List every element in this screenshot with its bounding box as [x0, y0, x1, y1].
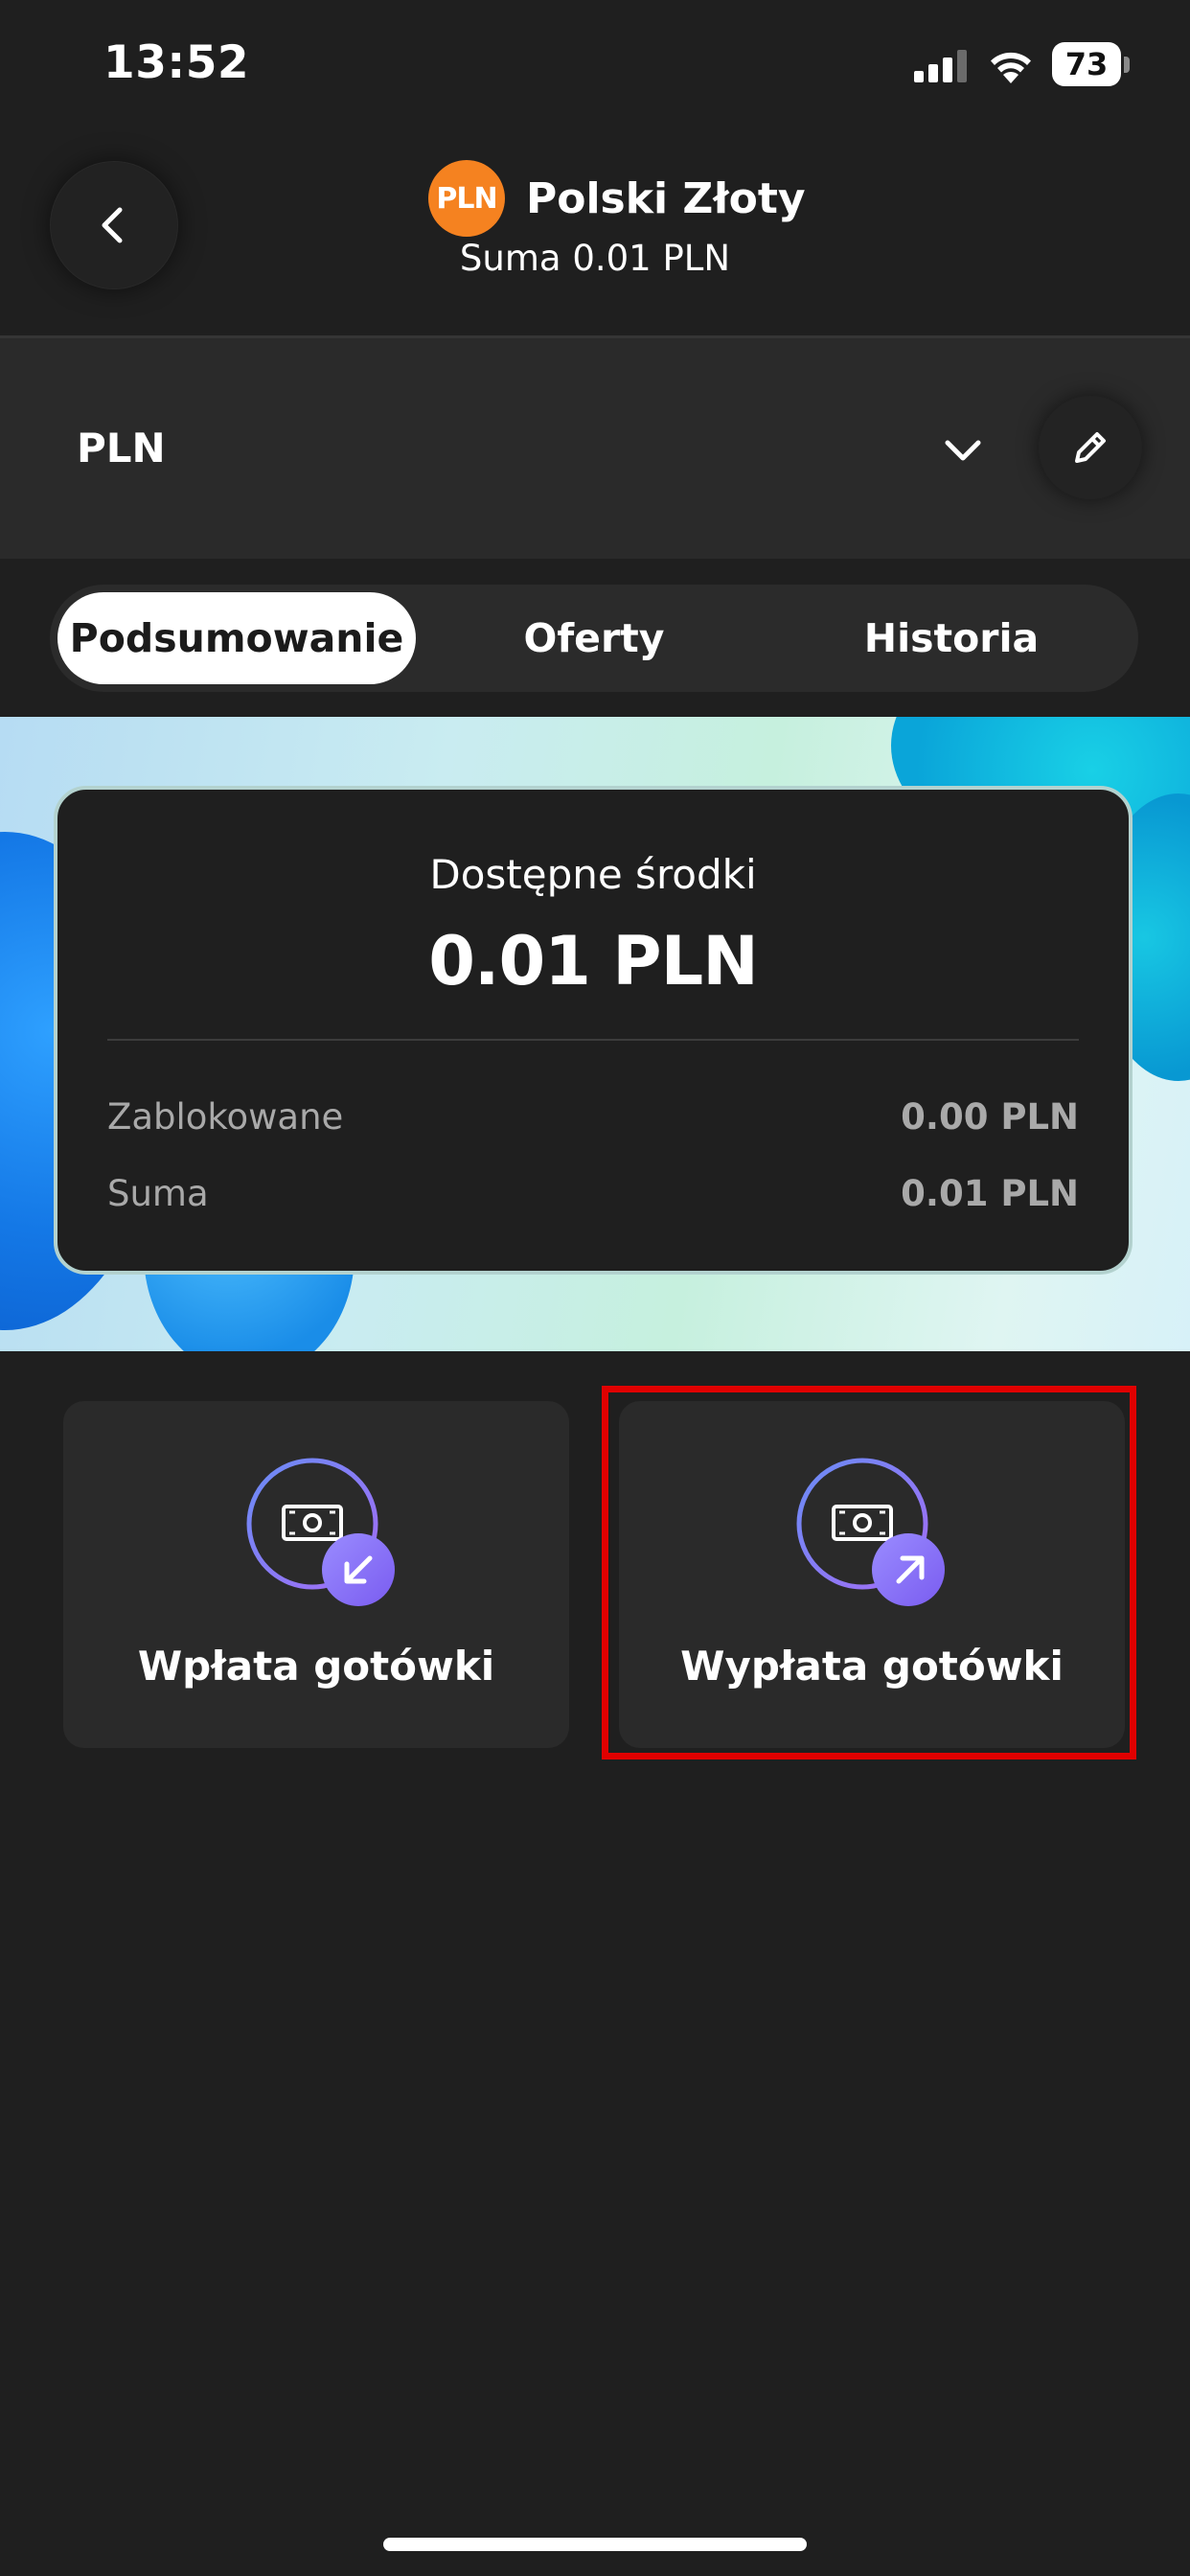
account-selector[interactable]: PLN [0, 338, 1190, 559]
currency-badge: PLN [428, 160, 505, 237]
total-value: 0.01 PLN [901, 1173, 1079, 1214]
currency-title: PLN Polski Złoty [428, 159, 806, 238]
wifi-icon [991, 52, 1031, 83]
available-funds-label: Dostępne środki [429, 851, 757, 898]
battery-level: 73 [1052, 42, 1121, 86]
home-indicator[interactable] [383, 2538, 807, 2551]
signal-icon [914, 50, 967, 82]
total-label: Suma [107, 1173, 209, 1214]
tab-oferty[interactable]: Oferty [415, 592, 773, 684]
available-funds-amount: 0.01 PLN [428, 922, 759, 1000]
cash-deposit-button[interactable]: Wpłata gotówki [63, 1401, 569, 1748]
battery-icon: 73 [1052, 42, 1131, 88]
tab-historia[interactable]: Historia [772, 592, 1131, 684]
edit-button[interactable] [1039, 396, 1142, 499]
battery-cap [1124, 57, 1130, 73]
account-label: PLN [77, 425, 166, 472]
divider [107, 1039, 1079, 1041]
cash-deposit-icon [245, 1457, 399, 1610]
header-subtitle: Suma 0.01 PLN [459, 238, 731, 279]
highlight-box [602, 1386, 1136, 1760]
status-bar: 13:52 73 [0, 0, 1190, 134]
pencil-icon [1075, 432, 1106, 463]
chevron-down-icon[interactable] [941, 428, 985, 472]
balance-card: Dostępne środki 0.01 PLN Zablokowane 0.0… [54, 786, 1133, 1275]
tabs-section: Podsumowanie Oferty Historia [0, 559, 1190, 717]
blocked-value: 0.00 PLN [901, 1096, 1079, 1138]
actions: Wpłata gotówki Wypłata gotówki [0, 1351, 1190, 1830]
blocked-row: Zablokowane 0.00 PLN [107, 1096, 1079, 1154]
tab-podsumowanie[interactable]: Podsumowanie [57, 592, 416, 684]
status-time: 13:52 [103, 36, 250, 89]
tab-bar: Podsumowanie Oferty Historia [50, 585, 1138, 692]
currency-name: Polski Złoty [526, 173, 806, 223]
blocked-label: Zablokowane [107, 1096, 344, 1138]
header: PLN Polski Złoty Suma 0.01 PLN [0, 134, 1190, 338]
balance-hero: Dostępne środki 0.01 PLN Zablokowane 0.0… [0, 717, 1190, 1351]
total-row: Suma 0.01 PLN [107, 1173, 1079, 1230]
cash-deposit-label: Wpłata gotówki [137, 1643, 495, 1690]
